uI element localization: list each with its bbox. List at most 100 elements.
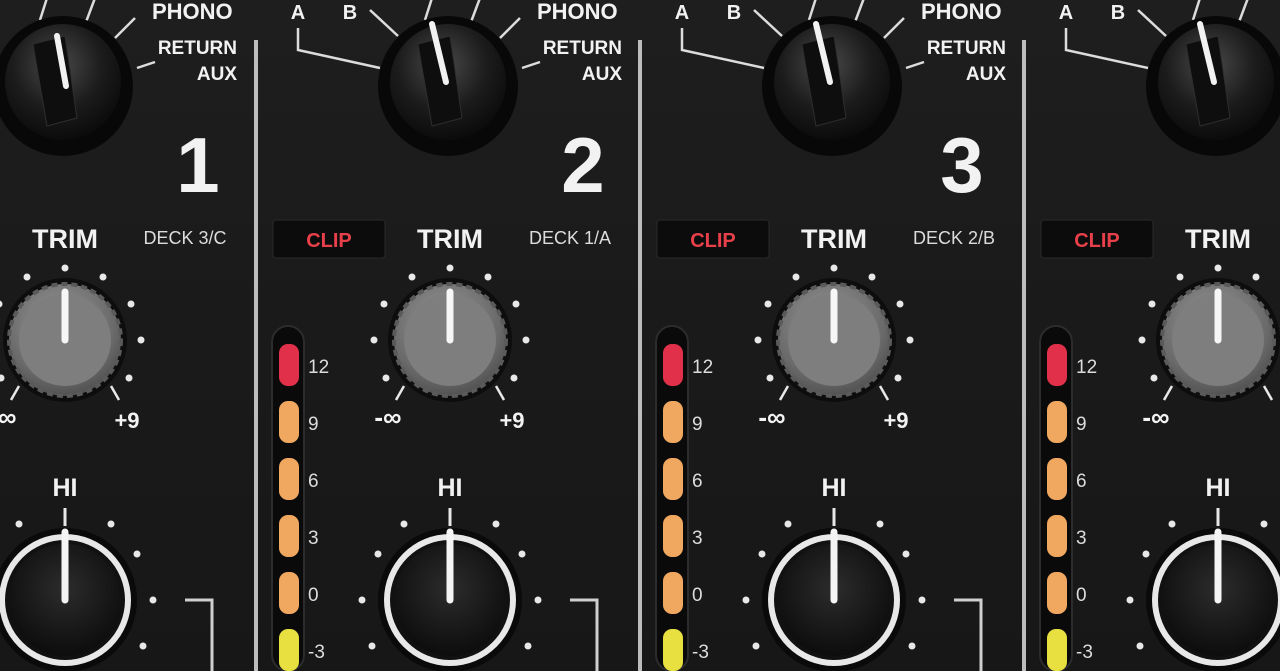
meter-label: 12 [692,357,713,378]
hi-label: HI [822,474,847,502]
meter-segment [663,344,683,386]
phono-label: PHONO [152,0,233,24]
meter-label: 0 [692,585,703,606]
deck-label: DECK 1/A [529,228,611,248]
trim-label: TRIM [1185,224,1251,254]
hi-label: HI [53,474,78,502]
meter-label: 6 [308,471,319,492]
trim-min-label: -∞ [758,402,785,432]
meter-label: -3 [1076,642,1093,663]
channel-number: 3 [940,121,983,209]
return-label: RETURN [927,38,1006,59]
meter-segment [279,515,299,557]
meter-segment [1047,458,1067,500]
meter-segment [1047,344,1067,386]
clip-indicator: CLIP [1040,219,1154,259]
meter-label: -3 [308,642,325,663]
meter-label: 12 [1076,357,1097,378]
clip-indicator: CLIP [272,219,386,259]
aux-label: AUX [197,64,237,85]
meter-label: 12 [308,357,329,378]
aux-label: AUX [582,64,622,85]
meter-segment [1047,401,1067,443]
meter-label: 9 [692,414,703,435]
trim-knob[interactable] [370,264,530,403]
trim-label: TRIM [417,224,483,254]
trim-knob[interactable] [754,264,914,403]
input-a-label: A [675,2,689,24]
bracket-line [570,598,599,671]
meter-label: 0 [308,585,319,606]
phono-label: PHONO [921,0,1002,24]
level-meter: 12 9 6 3 0 -3 [271,325,329,671]
clip-label: CLIP [306,230,352,252]
channel-strip-1: PHONO RETURN AUX 1 TRIM DECK 3/C -∞ +9 H… [0,0,237,671]
trim-max-label: +9 [499,408,524,433]
bracket-line [185,598,214,671]
level-meter: 12 9 6 3 0 -3 [1039,325,1097,671]
deck-label: DECK 3/C [143,228,226,248]
meter-label: 6 [692,471,703,492]
channel-strip-2: A B PHONO RETURN AUX 2 CLIP TRIM DECK 1/… [271,0,622,671]
meter-label: 3 [692,528,703,549]
meter-segment [663,458,683,500]
meter-label: 6 [1076,471,1087,492]
meter-segment [279,401,299,443]
meter-segment [279,458,299,500]
input-selector[interactable] [762,0,925,156]
input-b-label: B [343,2,357,24]
clip-label: CLIP [1074,230,1120,252]
bracket-line [954,598,983,671]
meter-segment [279,344,299,386]
channel-strip-4: A B CLIP TRIM 12 9 6 3 0 -3 -∞ HI [1039,0,1280,671]
channel-strip-3: A B PHONO RETURN AUX 3 CLIP TRIM DECK 2/… [655,0,1006,671]
meter-label: 9 [308,414,319,435]
clip-indicator: CLIP [656,219,770,259]
mixer-panel-graphic: PHONO RETURN AUX 1 TRIM DECK 3/C -∞ +9 H… [0,0,1280,671]
hi-label: HI [1206,474,1231,502]
clip-label: CLIP [690,230,736,252]
hi-label: HI [438,474,463,502]
channel-number: 2 [561,121,604,209]
trim-label: TRIM [32,224,98,254]
input-a-label: A [1059,2,1073,24]
hi-eq-knob[interactable] [1126,508,1280,671]
phono-label: PHONO [537,0,618,24]
input-selector[interactable] [378,0,541,156]
mixer-panel: PHONO RETURN AUX 1 TRIM DECK 3/C -∞ +9 H… [0,0,1280,671]
meter-label: 9 [1076,414,1087,435]
meter-label: -3 [692,642,709,663]
deck-label: DECK 2/B [913,228,995,248]
input-selector[interactable] [0,0,156,156]
hi-eq-knob[interactable] [358,508,542,671]
aux-label: AUX [966,64,1006,85]
meter-label: 0 [1076,585,1087,606]
trim-min-label: -∞ [374,402,401,432]
input-a-label: A [291,2,305,24]
meter-label: 3 [1076,528,1087,549]
trim-max-label: +9 [114,408,139,433]
trim-label: TRIM [801,224,867,254]
meter-segment [1047,629,1067,671]
trim-max-label: +9 [883,408,908,433]
meter-segment [279,629,299,671]
channel-number: 1 [176,121,219,209]
hi-eq-knob[interactable] [742,508,926,671]
return-label: RETURN [158,38,237,59]
input-b-label: B [727,2,741,24]
return-label: RETURN [543,38,622,59]
trim-knob[interactable] [0,264,145,403]
level-meter: 12 9 6 3 0 -3 [655,325,713,671]
meter-segment [1047,572,1067,614]
meter-segment [663,401,683,443]
trim-min-label: -∞ [0,402,17,432]
hi-eq-knob[interactable] [0,508,157,671]
meter-segment [279,572,299,614]
meter-segment [663,572,683,614]
trim-min-label: -∞ [1142,402,1169,432]
meter-label: 3 [308,528,319,549]
trim-knob[interactable] [1138,264,1280,403]
meter-segment [663,515,683,557]
input-selector[interactable] [1146,0,1280,156]
meter-segment [1047,515,1067,557]
